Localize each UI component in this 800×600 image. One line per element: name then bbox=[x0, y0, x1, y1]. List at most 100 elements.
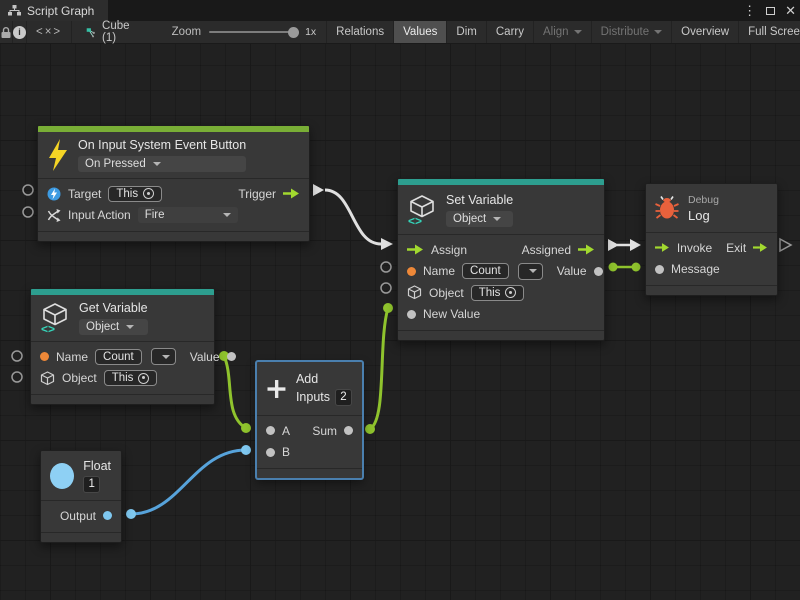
relations-button[interactable]: Relations bbox=[326, 21, 394, 43]
tab-title: Script Graph bbox=[27, 4, 94, 18]
node-footer bbox=[646, 286, 777, 295]
node-debug-log[interactable]: Debug Log Invoke Exit bbox=[645, 183, 778, 296]
unconnected-port-circle[interactable] bbox=[381, 262, 391, 272]
svg-text:<>: <> bbox=[41, 322, 55, 334]
graph-context-icon bbox=[86, 26, 96, 39]
value-port-dot[interactable] bbox=[594, 267, 603, 276]
invoke-label: Invoke bbox=[677, 241, 712, 255]
unconnected-port-circle[interactable] bbox=[23, 207, 33, 217]
node-footer bbox=[41, 533, 121, 542]
flow-port-arrow-icon[interactable] bbox=[578, 244, 595, 255]
chevron-down-icon bbox=[162, 355, 170, 359]
graph-hierarchy-icon bbox=[8, 5, 21, 16]
value-label: Value bbox=[557, 264, 587, 278]
value-port-dot[interactable] bbox=[103, 511, 112, 520]
window-maximize-icon[interactable] bbox=[766, 7, 775, 15]
port-row-new-value: New Value bbox=[398, 304, 604, 326]
graph-canvas[interactable]: On Input System Event Button On Pressed … bbox=[0, 44, 800, 600]
flow-wire-source-arrow bbox=[608, 239, 619, 251]
event-mode-dropdown[interactable]: On Pressed bbox=[78, 156, 246, 172]
variable-name-field[interactable]: Count bbox=[95, 349, 142, 365]
node-footer bbox=[38, 232, 309, 241]
window-close-icon[interactable]: ✕ bbox=[785, 4, 796, 17]
value-port-dot[interactable] bbox=[266, 426, 275, 435]
object-label: Object bbox=[429, 286, 464, 300]
value-port-dot[interactable] bbox=[407, 267, 416, 276]
zoom-slider-handle[interactable] bbox=[288, 27, 299, 38]
object-picker-icon bbox=[138, 373, 149, 384]
value-port-dot[interactable] bbox=[407, 310, 416, 319]
wire-endpoint-dot bbox=[241, 445, 251, 455]
variable-name-dropdown[interactable] bbox=[151, 348, 176, 365]
code-preview-button[interactable]: <×> bbox=[27, 21, 72, 43]
unconnected-flow-triangle[interactable] bbox=[780, 239, 791, 251]
node-set-variable[interactable]: <> Set Variable Object Assign bbox=[397, 178, 605, 341]
variable-kind-dropdown[interactable]: Object bbox=[79, 319, 148, 335]
overview-label: Overview bbox=[681, 26, 729, 38]
values-label: Values bbox=[403, 26, 437, 38]
variable-kind-value: Object bbox=[453, 213, 486, 225]
node-body: Invoke Exit Message bbox=[646, 233, 777, 286]
object-field[interactable]: This bbox=[471, 285, 525, 301]
node-on-input-system-event[interactable]: On Input System Event Button On Pressed … bbox=[37, 125, 310, 242]
value-port-dot[interactable] bbox=[40, 352, 49, 361]
float-value-field[interactable]: 1 bbox=[83, 476, 100, 493]
variable-name-field[interactable]: Count bbox=[462, 263, 509, 279]
align-button[interactable]: Align bbox=[534, 21, 592, 43]
node-body: Assign Assigned Name Count Value bbox=[398, 235, 604, 331]
value-port-dot[interactable] bbox=[344, 426, 353, 435]
input-system-icon bbox=[47, 187, 61, 201]
info-button[interactable]: i bbox=[13, 21, 27, 43]
target-object-field[interactable]: This bbox=[108, 186, 162, 202]
unconnected-port-circle[interactable] bbox=[12, 351, 22, 361]
zoom-control: Zoom 1x bbox=[162, 21, 327, 43]
dim-button[interactable]: Dim bbox=[447, 21, 486, 43]
name-label: Name bbox=[56, 350, 88, 364]
flow-port-arrow-icon[interactable] bbox=[753, 242, 768, 253]
flow-wire-trigger-assign bbox=[325, 190, 381, 244]
zoom-slider[interactable] bbox=[209, 31, 297, 33]
node-get-variable[interactable]: <> Get Variable Object Name Count bbox=[30, 288, 215, 405]
flow-port-arrow-icon[interactable] bbox=[655, 242, 670, 253]
overview-button[interactable]: Overview bbox=[672, 21, 739, 43]
carry-button[interactable]: Carry bbox=[487, 21, 534, 43]
unconnected-port-circle[interactable] bbox=[23, 185, 33, 195]
flow-port-arrow-icon[interactable] bbox=[407, 244, 424, 255]
node-header: <> Get Variable Object bbox=[31, 295, 214, 342]
flow-port-arrow-icon[interactable] bbox=[283, 188, 300, 199]
unconnected-port-circle[interactable] bbox=[381, 283, 391, 293]
node-header: Add Inputs 2 bbox=[257, 362, 362, 416]
input-action-dropdown[interactable]: Fire bbox=[138, 207, 238, 223]
carry-label: Carry bbox=[496, 26, 524, 38]
node-float[interactable]: Float 1 Output bbox=[40, 450, 122, 543]
inputs-count-field[interactable]: 2 bbox=[335, 389, 352, 406]
value-port-dot[interactable] bbox=[266, 448, 275, 457]
window-menu-icon[interactable]: ⋮ bbox=[743, 4, 756, 17]
flow-wire-end-arrow bbox=[381, 238, 393, 250]
node-body: Target This Trigger bbox=[38, 179, 309, 232]
port-row-b: B bbox=[257, 442, 362, 464]
value-port-dot[interactable] bbox=[227, 352, 236, 361]
values-button[interactable]: Values bbox=[394, 21, 447, 43]
object-field[interactable]: This bbox=[104, 370, 158, 386]
variable-cube-icon: <> bbox=[407, 194, 437, 226]
variable-kind-dropdown[interactable]: Object bbox=[446, 211, 513, 227]
node-add[interactable]: Add Inputs 2 A Sum B bbox=[256, 361, 363, 479]
port-row-output: Output bbox=[41, 505, 121, 527]
event-mode-value: On Pressed bbox=[85, 158, 146, 170]
input-action-label: Input Action bbox=[68, 208, 131, 222]
distribute-button[interactable]: Distribute bbox=[592, 21, 673, 43]
graph-context[interactable]: Cube (1) bbox=[72, 21, 144, 43]
script-graph-window: Script Graph ⋮ ✕ i <×> bbox=[0, 0, 800, 600]
wire-endpoint-dot bbox=[383, 303, 393, 313]
fullscreen-button[interactable]: Full Screen bbox=[739, 21, 800, 43]
tab-bar: Script Graph ⋮ ✕ bbox=[0, 0, 800, 21]
lock-button[interactable] bbox=[0, 21, 13, 43]
variable-name-dropdown[interactable] bbox=[518, 263, 543, 280]
tab-script-graph[interactable]: Script Graph bbox=[0, 0, 108, 21]
node-title: Set Variable bbox=[446, 193, 513, 207]
unconnected-port-circle[interactable] bbox=[12, 372, 22, 382]
a-label: A bbox=[282, 424, 290, 438]
port-row-object: Object This bbox=[398, 282, 604, 304]
value-port-dot[interactable] bbox=[655, 265, 664, 274]
